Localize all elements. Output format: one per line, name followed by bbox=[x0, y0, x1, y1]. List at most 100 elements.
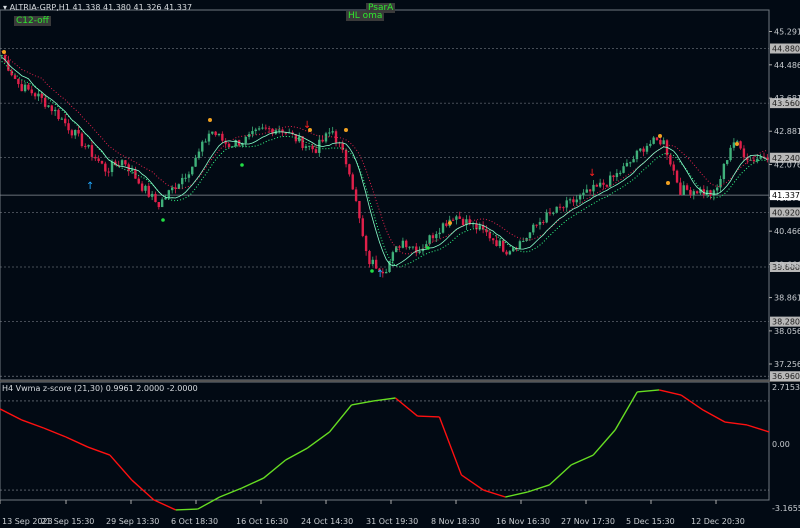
candle-body bbox=[612, 175, 615, 178]
candle-body bbox=[328, 132, 331, 134]
price-tick-label: 45.291 bbox=[774, 28, 800, 37]
candle-body bbox=[120, 160, 124, 166]
candle-body bbox=[221, 133, 224, 141]
candle-body bbox=[94, 156, 97, 159]
chart[interactable]: 44.88043.56042.24040.92039.60038.28036.9… bbox=[0, 0, 800, 528]
candle-body bbox=[201, 141, 204, 152]
psar-dot-icon bbox=[208, 118, 212, 122]
candle-body bbox=[197, 151, 201, 158]
osc-segment bbox=[175, 508, 198, 511]
price-tick-label: 39.666 bbox=[774, 260, 800, 269]
candle-body bbox=[23, 84, 27, 92]
osc-segment bbox=[219, 487, 242, 498]
candle-body bbox=[602, 182, 605, 185]
candle-body bbox=[207, 133, 211, 142]
candle-body bbox=[204, 141, 207, 143]
osc-segment bbox=[21, 419, 45, 429]
candle-body bbox=[13, 75, 17, 79]
hloma-tag[interactable]: HL oma bbox=[346, 11, 385, 21]
candle-body bbox=[528, 232, 532, 239]
signal-dot-icon bbox=[161, 218, 165, 222]
candle-body bbox=[625, 162, 629, 167]
osc-segment bbox=[592, 429, 616, 456]
candle-body bbox=[538, 221, 542, 225]
osc-segment bbox=[373, 397, 396, 402]
candle-body bbox=[508, 251, 512, 255]
candle-body bbox=[398, 246, 401, 248]
candle-body bbox=[435, 234, 438, 239]
osc-segment bbox=[263, 459, 287, 479]
osc-segment bbox=[505, 491, 528, 498]
candle-body bbox=[251, 131, 254, 135]
candle-body bbox=[605, 184, 609, 187]
candle-body bbox=[709, 190, 712, 196]
candle-body bbox=[20, 84, 23, 92]
osc-segment bbox=[87, 446, 111, 456]
osc-segment bbox=[658, 389, 682, 396]
candle-body bbox=[615, 173, 619, 178]
candle-body bbox=[518, 241, 522, 250]
osc-tick-label: 2.7153 bbox=[772, 383, 800, 392]
candle-body bbox=[84, 146, 87, 148]
symbol-label: ALTRIA-GRP,H1 bbox=[9, 3, 70, 12]
osc-segment bbox=[307, 431, 330, 449]
time-tick-label: 5 Dec 15:30 bbox=[626, 517, 675, 526]
candle-body bbox=[672, 164, 675, 171]
candle-body bbox=[80, 133, 84, 147]
candle-body bbox=[642, 148, 645, 152]
candle-body bbox=[354, 189, 358, 201]
candle-body bbox=[558, 206, 562, 208]
candle-body bbox=[582, 192, 585, 196]
candle-body bbox=[418, 251, 421, 253]
candle-body bbox=[635, 150, 639, 160]
candle-body bbox=[160, 199, 164, 208]
candle-body bbox=[361, 218, 364, 236]
time-tick-label: 21 Sep 15:30 bbox=[41, 517, 94, 526]
price-tick-label: 38.861 bbox=[774, 294, 800, 303]
candle-body bbox=[455, 216, 458, 220]
osc-segment bbox=[329, 404, 353, 433]
candle-body bbox=[685, 185, 689, 190]
current-price-label: 41.337 bbox=[772, 191, 800, 200]
osc-segment bbox=[43, 427, 67, 438]
candle-body bbox=[408, 246, 411, 248]
psar-dot-icon bbox=[735, 142, 739, 146]
signal-dot-icon bbox=[240, 163, 244, 167]
candle-body bbox=[358, 200, 361, 219]
candle-body bbox=[0, 55, 3, 57]
time-tick-label: 31 Oct 19:30 bbox=[366, 517, 418, 526]
candle-body bbox=[257, 128, 261, 130]
candle-body bbox=[264, 127, 268, 129]
candle-body bbox=[689, 189, 692, 195]
candle-body bbox=[374, 259, 378, 269]
candle-body bbox=[695, 191, 699, 194]
osc-segment bbox=[527, 484, 550, 493]
candle-body bbox=[669, 155, 672, 165]
candle-body bbox=[214, 131, 217, 136]
osc-segment bbox=[0, 408, 23, 421]
candle-body bbox=[47, 105, 50, 107]
candle-body bbox=[181, 177, 184, 185]
menu-triangle-icon[interactable]: ▾ bbox=[3, 3, 7, 12]
price-level-label: 40.920 bbox=[772, 208, 800, 217]
c12-tag[interactable]: C12-off bbox=[14, 16, 51, 26]
candle-body bbox=[675, 170, 679, 183]
candle-body bbox=[314, 149, 318, 153]
candle-body bbox=[629, 162, 632, 164]
osc-segment bbox=[461, 474, 484, 491]
candle-body bbox=[568, 199, 572, 201]
candle-body bbox=[110, 161, 114, 173]
candle-body bbox=[592, 184, 595, 192]
candle-body bbox=[495, 240, 498, 247]
candle-body bbox=[545, 212, 548, 223]
candle-body bbox=[87, 145, 90, 147]
osc-segment bbox=[680, 394, 704, 411]
candle-body bbox=[585, 189, 588, 193]
osc-segment bbox=[131, 479, 155, 501]
price-level-label: 36.960 bbox=[772, 372, 800, 381]
osc-segment bbox=[395, 397, 418, 417]
candle-body bbox=[144, 185, 147, 191]
candle-body bbox=[227, 143, 231, 148]
price-tick-label: 37.256 bbox=[774, 360, 800, 369]
candle-body bbox=[742, 148, 746, 158]
